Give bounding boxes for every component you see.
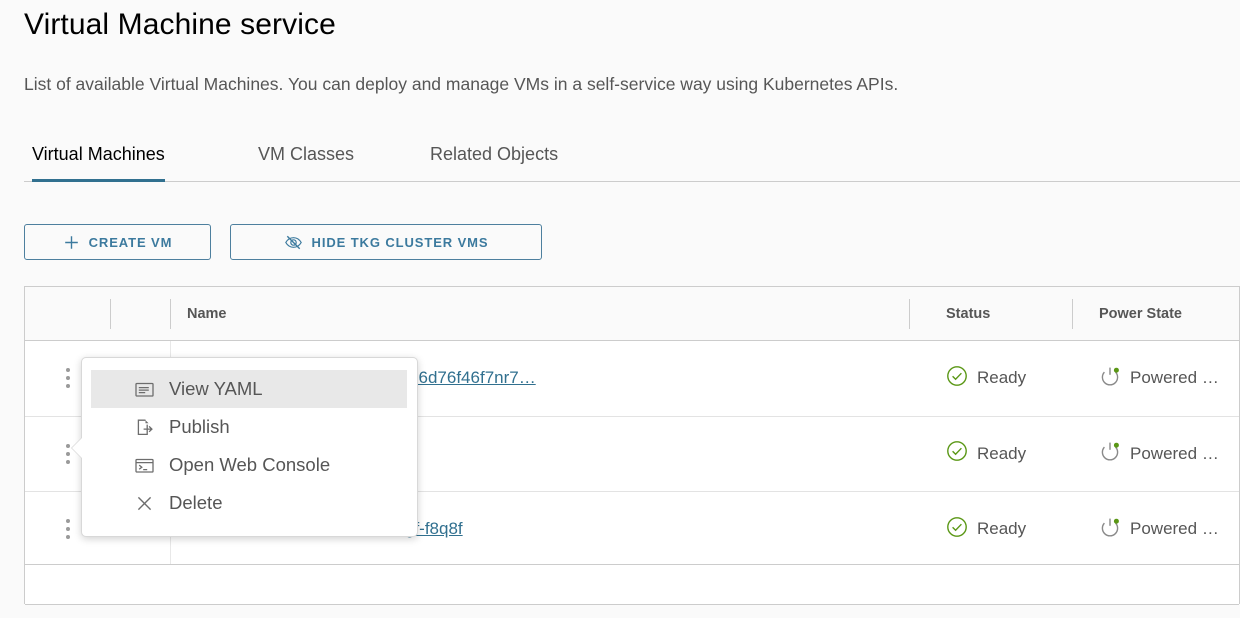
hide-tkg-label: HIDE TKG CLUSTER VMS [311, 234, 489, 250]
table-header-row: Name Status Power State [25, 287, 1239, 341]
cell-status: Ready [946, 417, 1096, 492]
menu-item-label: View YAML [169, 378, 263, 399]
menu-item-open-web-console[interactable]: Open Web Console [82, 446, 417, 484]
column-header-status[interactable]: Status [946, 287, 990, 340]
power-on-icon [1099, 365, 1121, 392]
page-title: Virtual Machine service [24, 8, 336, 41]
cell-power-state: Powered … [1099, 492, 1240, 567]
menu-item-delete[interactable]: Delete [82, 484, 417, 522]
terminal-icon [133, 455, 155, 476]
power-state-label: Powered … [1130, 368, 1219, 388]
power-state-label: Powered … [1130, 519, 1219, 539]
cell-status: Ready [946, 492, 1096, 567]
context-menu-caret-inner [72, 437, 83, 459]
header-divider-3 [909, 299, 910, 329]
page-description: List of available Virtual Machines. You … [24, 74, 899, 94]
menu-item-label: Delete [169, 492, 223, 513]
menu-item-publish[interactable]: Publish [82, 408, 417, 446]
create-vm-button[interactable]: CREATE VM [24, 224, 211, 260]
publish-export-icon [133, 417, 155, 438]
datagrid-footer [25, 564, 1239, 605]
cell-power-state: Powered … [1099, 341, 1240, 416]
eye-slash-icon [284, 233, 303, 252]
header-divider-1 [110, 299, 111, 329]
row-kebab-menu-button[interactable] [57, 363, 79, 393]
menu-item-label: Publish [169, 416, 230, 437]
check-circle-icon [946, 440, 968, 467]
cell-status: Ready [946, 341, 1096, 416]
close-x-icon [133, 493, 155, 514]
power-on-icon [1099, 440, 1121, 467]
row-context-menu: View YAML Publish Open Web Console Delet… [71, 357, 418, 537]
hide-tkg-cluster-vms-button[interactable]: HIDE TKG CLUSTER VMS [230, 224, 542, 260]
tab-bar: Virtual Machines VM Classes Related Obje… [24, 138, 1240, 183]
menu-item-view-yaml[interactable]: View YAML [91, 370, 407, 408]
cell-power-state: Powered … [1099, 417, 1240, 492]
status-label: Ready [977, 519, 1027, 539]
tab-vm-classes[interactable]: VM Classes [258, 138, 354, 181]
menu-item-label: Open Web Console [169, 454, 331, 475]
tab-virtual-machines[interactable]: Virtual Machines [32, 138, 165, 182]
status-label: Ready [977, 368, 1027, 388]
plus-icon [63, 234, 80, 251]
tab-bar-divider [24, 181, 1240, 182]
row-kebab-menu-button[interactable] [57, 514, 79, 544]
header-divider-4 [1072, 299, 1073, 329]
check-circle-icon [946, 365, 968, 392]
power-on-icon [1099, 516, 1121, 543]
yaml-document-icon [133, 379, 155, 400]
column-header-power-state[interactable]: Power State [1099, 287, 1182, 340]
check-circle-icon [946, 516, 968, 543]
power-state-label: Powered … [1130, 443, 1219, 463]
status-label: Ready [977, 443, 1027, 463]
create-vm-label: CREATE VM [88, 234, 173, 250]
cell-name: gf-f8q8f [405, 492, 917, 567]
tab-related-objects[interactable]: Related Objects [430, 138, 558, 181]
column-header-name[interactable]: Name [187, 287, 227, 340]
header-divider-2 [170, 299, 171, 329]
